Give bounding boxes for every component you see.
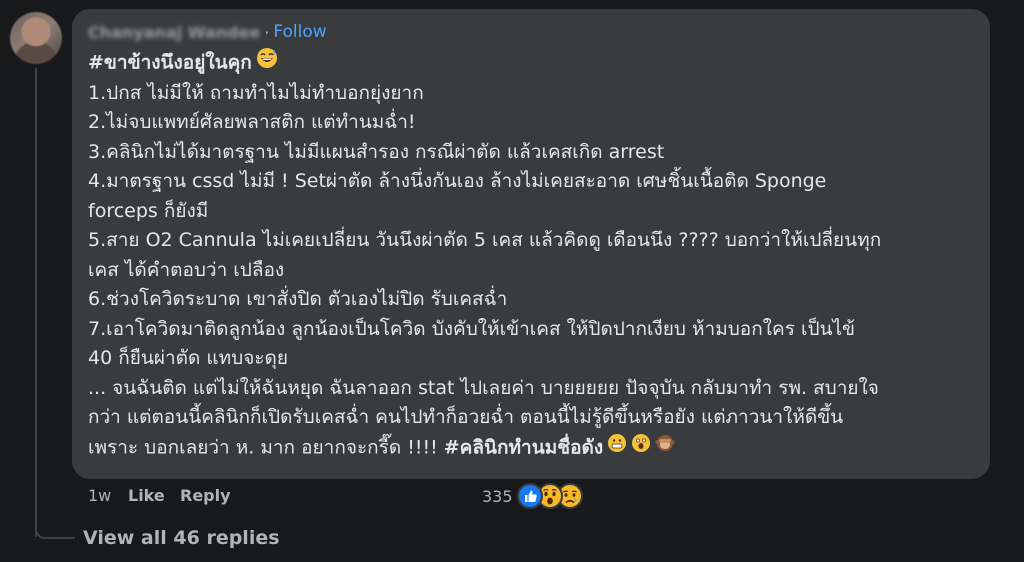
- timestamp[interactable]: 1w: [88, 486, 128, 505]
- comment-line: เพราะ บอกเลยว่า ห. มาก อยากจะกรี๊ด !!!! …: [88, 433, 974, 463]
- view-all-replies-link[interactable]: View all 46 replies: [83, 527, 280, 549]
- comment-line: 1.ปกส ไม่มีให้ ถามทำไมไม่ทำบอกยุ่งยาก: [88, 81, 424, 104]
- reply-button[interactable]: Reply: [180, 486, 231, 505]
- comment-line: กว่า แต่ตอนนี้คลินิกก็เปิดรับเคสฉ่ำ คนไป…: [88, 406, 844, 428]
- separator-dot: ·: [264, 22, 270, 42]
- screaming-face-icon: [631, 433, 651, 463]
- like-button[interactable]: Like: [128, 486, 180, 505]
- comment-line: forceps ก็ยังมี: [88, 199, 209, 222]
- comment-line: 7.เอาโควิดมาติดลูกน้อง ลูกน้องเป็นโควิด …: [88, 317, 856, 340]
- grinning-sweat-emoji-icon: [256, 47, 278, 79]
- hashtag-link[interactable]: #คลินิกทำนมชื่อดัง: [444, 436, 603, 458]
- reactions-summary[interactable]: 335: [482, 483, 583, 509]
- grimacing-face-icon: [607, 433, 627, 463]
- comment-line: เคส ได้คำตอบว่า เปลือง: [88, 258, 285, 281]
- comment-actions: 1w Like Reply: [88, 486, 231, 505]
- comment-line: 6.ช่วงโควิดระบาด เขาสั่งปิด ตัวเองไม่ปิด…: [88, 288, 508, 310]
- comment-line: 3.คลินิกไม่ได้มาตรฐาน ไม่มีแผนสำรอง กรณี…: [88, 140, 665, 163]
- see-no-evil-monkey-icon: [655, 433, 675, 463]
- comment-line-text: เพราะ บอกเลยว่า ห. มาก อยากจะกรี๊ด !!!!: [88, 435, 444, 458]
- comment-line: 2.ไม่จบแพทย์ศัลยพลาสติก แต่ทำนมฉ่ำ!: [88, 111, 416, 133]
- comment-bubble: Chanyanaj Wandee · Follow #ขาข้างนึงอยู่…: [72, 9, 990, 479]
- comment-line: ... จนฉันติด แต่ไม่ให้ฉันหยุด ฉันลาออก s…: [88, 376, 879, 399]
- follow-button[interactable]: Follow: [273, 22, 326, 42]
- like-reaction-icon: [516, 483, 543, 509]
- comment-line: 5.สาย O2 Cannula ไม่เคยเปลี่ยน วันนึงผ่า…: [88, 229, 882, 251]
- thread-connector: [35, 529, 75, 539]
- comment-line: 4.มาตรฐาน cssd ไม่มี ! Setผ่าตัด ล้างนึ่…: [88, 170, 827, 192]
- comment-line: #ขาข้างนึงอยู่ในคุก: [88, 47, 974, 79]
- author-name[interactable]: Chanyanaj Wandee: [88, 23, 260, 42]
- comment-header: Chanyanaj Wandee · Follow: [88, 19, 974, 45]
- comment-line: 40 ก็ยืนผ่าตัด แทบจะดุย: [88, 347, 289, 369]
- avatar[interactable]: [10, 12, 62, 64]
- thread-line: [35, 68, 37, 537]
- comment-text: #ขาข้างนึงอยู่ในคุก 1.ปกส ไม่มีให้ ถามทำ…: [88, 47, 974, 462]
- hashtag-title[interactable]: #ขาข้างนึงอยู่ในคุก: [88, 51, 252, 73]
- reaction-count: 335: [482, 486, 513, 506]
